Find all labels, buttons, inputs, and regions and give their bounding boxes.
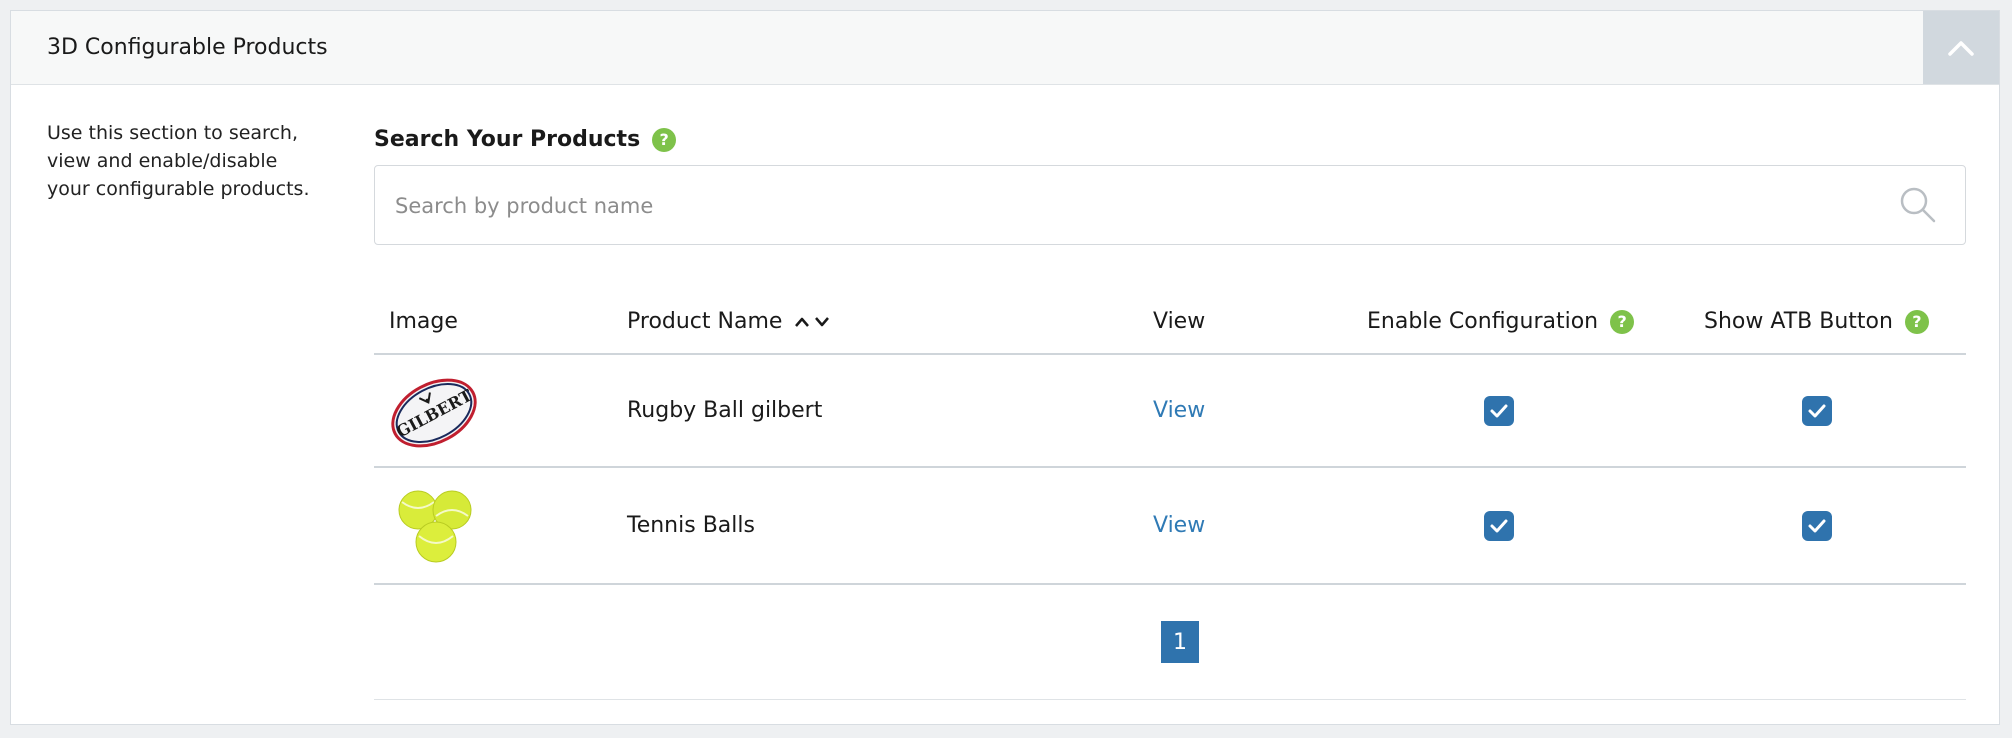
search-label: Search Your Products ? — [374, 127, 677, 152]
show-atb-button-checkbox[interactable] — [1802, 395, 1832, 426]
header-show-atb-button: Show ATB Button ? — [1704, 291, 1929, 353]
sort-desc-icon[interactable] — [814, 316, 830, 328]
page-button-current[interactable]: 1 — [1161, 621, 1199, 663]
header-enable-configuration-label: Enable Configuration — [1367, 309, 1599, 334]
configurable-products-panel: 3D Configurable Products Use this sectio… — [10, 10, 2000, 725]
view-link[interactable]: View — [1153, 398, 1205, 423]
show-atb-button-help-icon[interactable]: ? — [1904, 310, 1929, 334]
enable-configuration-checkbox[interactable] — [1484, 395, 1514, 426]
search-icon[interactable] — [1899, 186, 1937, 224]
section-description: Use this section to search, view and ena… — [47, 122, 310, 200]
search-box — [374, 165, 1966, 246]
table-header: Image Product Name View Enable Configura… — [374, 291, 1966, 355]
panel-title: 3D Configurable Products — [47, 35, 328, 60]
product-name: Tennis Balls — [627, 513, 755, 538]
rugby-ball-icon: GILBERT — [391, 378, 477, 447]
product-image-cell: GILBERT — [388, 355, 480, 466]
product-image-cell — [388, 468, 480, 583]
show-atb-button-checkbox[interactable] — [1802, 510, 1832, 541]
header-enable-configuration: Enable Configuration ? — [1367, 291, 1635, 353]
checkmark-icon — [1490, 519, 1508, 532]
chevron-up-icon — [1948, 40, 1974, 56]
panel-header: 3D Configurable Products — [11, 11, 1999, 85]
sort-asc-icon[interactable] — [794, 316, 810, 328]
table-row: GILBERT Rugby Ball gilbert View — [374, 355, 1966, 468]
header-image: Image — [389, 309, 458, 334]
header-product-name[interactable]: Product Name — [627, 291, 830, 353]
enable-configuration-help-icon[interactable]: ? — [1610, 310, 1635, 334]
search-label-text: Search Your Products — [374, 127, 641, 152]
enable-configuration-checkbox[interactable] — [1484, 510, 1514, 541]
view-link[interactable]: View — [1153, 513, 1205, 538]
header-view: View — [1153, 309, 1206, 334]
product-name: Rugby Ball gilbert — [627, 398, 823, 423]
collapse-button[interactable] — [1923, 11, 1999, 84]
checkmark-icon — [1808, 519, 1826, 532]
pagination: 1 — [374, 585, 1966, 700]
header-show-atb-button-label: Show ATB Button — [1704, 309, 1893, 334]
checkmark-icon — [1808, 404, 1826, 417]
search-input[interactable] — [393, 166, 1877, 246]
search-help-icon[interactable]: ? — [652, 127, 677, 152]
checkmark-icon — [1490, 404, 1508, 417]
header-product-name-label: Product Name — [627, 309, 783, 334]
table-row: Tennis Balls View — [374, 468, 1966, 585]
tennis-balls-icon — [398, 490, 472, 562]
products-table: Image Product Name View Enable Configura… — [374, 291, 1966, 700]
